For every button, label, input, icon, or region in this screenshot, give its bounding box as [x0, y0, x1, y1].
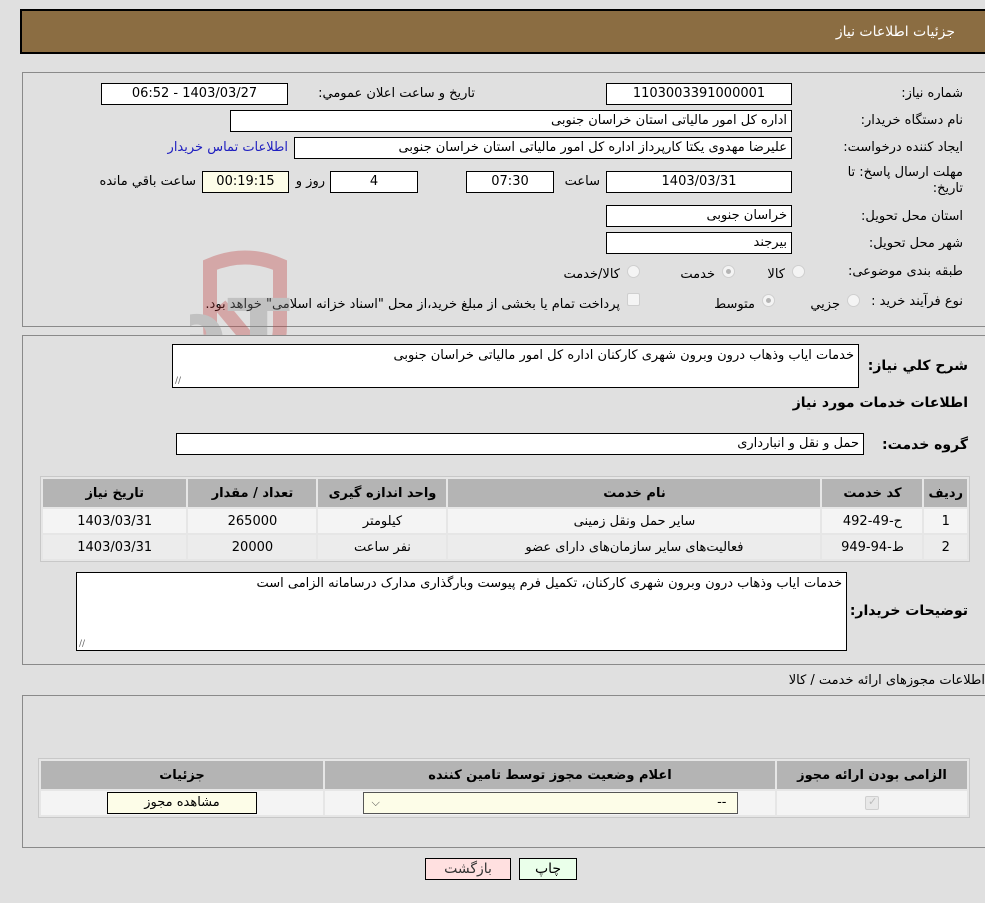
process-minor-label: جزيي [810, 297, 840, 312]
announce-label: تاریخ و ساعت اعلان عمومي: [318, 86, 475, 101]
services-panel: شرح کلي نیاز: خدمات ایاب وذهاب درون وبرو… [22, 335, 985, 665]
category-label: طبقه بندی موضوعی: [847, 264, 963, 279]
cell-service-name: سایر حمل ونقل زمینی [448, 509, 821, 533]
back-button[interactable]: بازگشت [425, 858, 511, 880]
cell-need-date: 1403/03/31 [43, 535, 187, 559]
cell-row: 1 [924, 509, 967, 533]
category-radio-goods[interactable] [792, 265, 805, 278]
category-radio-service[interactable] [722, 265, 735, 278]
col-permit-details: جزئیات [41, 761, 323, 789]
category-goods-service-label: کالا/خدمت [563, 267, 620, 282]
days-label: روز و [295, 174, 325, 189]
buyer-org-label: نام دستگاه خریدار: [860, 113, 963, 128]
chevron-down-icon: ⌵ [371, 796, 380, 809]
permits-table: الزامی بودن ارائه مجوز اعلام وضعیت مجوز … [38, 758, 970, 818]
province-field: خراسان جنوبی [606, 205, 792, 227]
buyer-org-field: اداره کل امور مالیاتی استان خراسان جنوبی [230, 110, 792, 132]
service-group-label: گروه خدمت: [882, 437, 968, 453]
summary-text: خدمات ایاب وذهاب درون وبرون شهری کارکنان… [393, 348, 854, 363]
remaining-label: ساعت باقي مانده [99, 174, 196, 189]
col-need-date: تاریخ نیاز [43, 479, 187, 507]
city-field: بیرجند [606, 232, 792, 254]
process-radio-minor[interactable] [847, 294, 860, 307]
summary-textarea: خدمات ایاب وذهاب درون وبرون شهری کارکنان… [172, 344, 859, 388]
page-title: جزئیات اطلاعات نیاز [835, 23, 955, 40]
services-table: ردیف کد خدمت نام خدمت واحد اندازه گیری ت… [40, 476, 970, 562]
col-permit-required: الزامی بودن ارائه مجوز [777, 761, 967, 789]
buyer-notes-text: خدمات ایاب وذهاب درون وبرون شهری کارکنان… [256, 576, 842, 591]
check-icon: ✓ [868, 795, 878, 808]
permit-required-checkbox[interactable]: ✓ [865, 795, 879, 810]
col-unit: واحد اندازه گیری [318, 479, 447, 507]
creator-label: ایجاد کننده درخواست: [843, 140, 963, 155]
city-label: شهر محل تحویل: [868, 236, 963, 251]
permits-panel: الزامی بودن ارائه مجوز اعلام وضعیت مجوز … [22, 695, 985, 848]
resize-grip-icon[interactable]: ∕∕ [79, 640, 85, 649]
cell-unit: نفر ساعت [318, 535, 447, 559]
table-row: 2 ط-94-949 فعالیت‌های سایر سازمان‌های دا… [43, 535, 967, 559]
category-goods-label: کالا [767, 267, 785, 282]
permits-table-header: الزامی بودن ارائه مجوز اعلام وضعیت مجوز … [41, 761, 967, 789]
summary-label: شرح کلي نیاز: [867, 358, 968, 374]
deadline-label-line1: مهلت ارسال پاسخ: تا [847, 165, 963, 180]
buyer-notes-textarea: خدمات ایاب وذهاب درون وبرون شهری کارکنان… [76, 572, 847, 651]
col-permit-status: اعلام وضعیت مجوز توسط تامین کننده [325, 761, 775, 789]
cell-service-code: ح-49-492 [822, 509, 923, 533]
table-row: ✓ -- ⌵ مشاهده مجوز [41, 791, 967, 815]
deadline-label-line2: تاریخ: [932, 181, 963, 196]
deadline-time-field: 07:30 [466, 171, 554, 193]
cell-permit-details: مشاهده مجوز [41, 791, 323, 815]
print-button[interactable]: چاپ [519, 858, 577, 880]
category-service-label: خدمت [680, 267, 715, 282]
view-permit-button[interactable]: مشاهده مجوز [107, 792, 257, 814]
time-label: ساعت [564, 174, 600, 189]
need-number-field: 1103003391000001 [606, 83, 792, 105]
services-table-header: ردیف کد خدمت نام خدمت واحد اندازه گیری ت… [43, 479, 967, 507]
service-group-field: حمل و نقل و انبارداری [176, 433, 864, 455]
remaining-time-field: 00:19:15 [202, 171, 289, 193]
cell-need-date: 1403/03/31 [43, 509, 187, 533]
process-medium-label: متوسط [714, 297, 755, 312]
buyer-notes-label: توضیحات خریدار: [849, 603, 968, 619]
category-radio-goods-service[interactable] [627, 265, 640, 278]
col-service-code: کد خدمت [822, 479, 923, 507]
cell-service-name: فعالیت‌های سایر سازمان‌های دارای عضو [448, 535, 821, 559]
process-label: نوع فرآیند خرید : [871, 294, 963, 309]
permit-status-value: -- [717, 795, 727, 810]
services-section-title: اطلاعات خدمات مورد نیاز [792, 395, 968, 411]
col-row: ردیف [924, 479, 967, 507]
buyer-contact-link[interactable]: اطلاعات تماس خریدار [168, 140, 288, 155]
permit-status-select[interactable]: -- ⌵ [362, 792, 738, 814]
treasury-note: پرداخت تمام یا بخشی از مبلغ خرید،از محل … [205, 297, 620, 312]
announce-datetime-field: 1403/03/27 - 06:52 [101, 83, 288, 105]
cell-quantity: 20000 [188, 535, 317, 559]
treasury-checkbox[interactable] [627, 293, 640, 306]
col-quantity: تعداد / مقدار [188, 479, 317, 507]
col-service-name: نام خدمت [448, 479, 821, 507]
cell-row: 2 [924, 535, 967, 559]
cell-permit-required: ✓ [777, 791, 967, 815]
table-row: 1 ح-49-492 سایر حمل ونقل زمینی کیلومتر 2… [43, 509, 967, 533]
page-header: جزئیات اطلاعات نیاز [20, 9, 985, 54]
process-radio-medium[interactable] [762, 294, 775, 307]
cell-unit: کیلومتر [318, 509, 447, 533]
creator-field: علیرضا مهدوی یکتا کارپرداز اداره کل امور… [294, 137, 792, 159]
permits-section-title: اطلاعات مجوزهای ارائه خدمت / کالا [788, 673, 985, 688]
days-remaining-field: 4 [330, 171, 418, 193]
need-details-panel: شماره نیاز: 1103003391000001 تاریخ و ساع… [22, 72, 985, 327]
resize-grip-icon[interactable]: ∕∕ [175, 377, 181, 386]
deadline-date-field: 1403/03/31 [606, 171, 792, 193]
need-number-label: شماره نیاز: [901, 86, 963, 101]
cell-quantity: 265000 [188, 509, 317, 533]
cell-service-code: ط-94-949 [822, 535, 923, 559]
province-label: استان محل تحویل: [861, 209, 963, 224]
cell-permit-status: -- ⌵ [325, 791, 775, 815]
